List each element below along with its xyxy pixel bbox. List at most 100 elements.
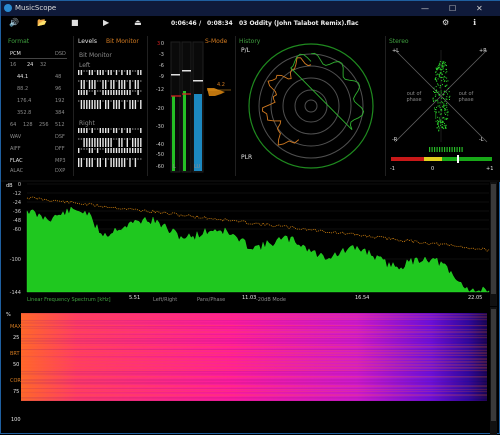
spectrogram-row — [21, 398, 487, 400]
play-button[interactable]: ▶ — [103, 18, 109, 28]
stereo-point — [437, 84, 439, 86]
bit-cell — [126, 70, 128, 75]
volume-icon[interactable]: 🔊 — [9, 18, 19, 28]
stereo-point — [443, 75, 445, 77]
bit-cell — [86, 100, 88, 109]
bit-cell — [121, 128, 123, 133]
bit-cell — [83, 80, 85, 89]
bit-cell — [140, 128, 142, 133]
bit-cell — [96, 148, 99, 153]
bit-cell — [78, 90, 80, 95]
bit-cell — [91, 148, 93, 153]
balance-bar — [451, 147, 453, 152]
bit-cell — [99, 90, 101, 92]
gear-icon[interactable]: ⚙ — [442, 18, 449, 28]
bit-cell — [99, 148, 101, 150]
minimize-button[interactable]: — — [421, 3, 429, 14]
codec-aiff: AIFF — [10, 146, 21, 152]
stereo-point — [440, 109, 442, 111]
history-panel: History P/L PLR — [237, 36, 383, 176]
left-peak-mark — [171, 74, 180, 76]
bit-cell — [132, 100, 134, 109]
freq-tick-1: 5.51 — [129, 295, 141, 301]
bit-cell — [110, 80, 112, 89]
right-level-bar — [183, 91, 186, 171]
right-peak-mark — [182, 70, 191, 72]
stereo-point — [448, 96, 450, 98]
spectrogram-row — [21, 346, 487, 347]
right-bit-grid — [78, 128, 142, 167]
bit-cell — [107, 80, 110, 82]
bit-cell — [121, 138, 123, 147]
bit-cell — [102, 70, 104, 75]
spectrogram-row — [21, 335, 487, 337]
folder-icon[interactable]: 📂 — [37, 18, 47, 28]
spectrogram-row — [21, 382, 487, 383]
stereo-point — [440, 124, 442, 126]
window-title: MusicScope — [15, 4, 57, 12]
bit-cell — [121, 148, 123, 153]
stereo-point — [434, 78, 436, 80]
meter-scale-tick: -20 — [156, 106, 164, 112]
codec-alac: ALAC — [10, 168, 24, 174]
s-mode-label[interactable]: S-Mode — [205, 38, 227, 45]
spectrogram-row — [21, 392, 487, 394]
bit-cell — [83, 148, 85, 150]
stereo-point — [438, 91, 440, 93]
spectrogram-row — [21, 355, 487, 356]
stereo-point — [441, 124, 443, 125]
format-panel: Format PCM DSD 16 24 32 44.1 48 88.2 96 … — [7, 36, 69, 176]
info-icon[interactable]: ℹ — [473, 18, 476, 28]
maximize-button[interactable]: ☐ — [449, 3, 456, 14]
bit-cell — [99, 138, 101, 147]
eject-button[interactable]: ⏏ — [134, 18, 142, 28]
bit-cell — [137, 100, 139, 102]
codec-dff: DFF — [55, 146, 65, 152]
dsd-128: 128 — [23, 122, 33, 128]
close-button[interactable]: ✕ — [476, 3, 483, 14]
spectrogram-row — [21, 349, 487, 350]
spectrogram-row — [21, 317, 487, 319]
bit-cell — [80, 80, 83, 89]
levels-title: Levels — [78, 38, 97, 45]
stereo-point — [446, 98, 448, 100]
bit-cell — [129, 148, 131, 153]
stereo-point — [443, 125, 445, 127]
stereo-point — [434, 92, 435, 93]
stereo-point — [444, 104, 446, 106]
mode-left-right[interactable]: Left/Right — [153, 297, 177, 303]
mode-pans-phase[interactable]: Pans/Phase — [197, 297, 225, 303]
stop-button[interactable]: ■ — [71, 18, 79, 28]
spectrogram-row — [21, 331, 487, 332]
stereo-point — [441, 74, 443, 76]
rate-192: 192 — [55, 98, 65, 104]
left-meter-label: L — [173, 164, 176, 170]
spectrum-y-tick: 0 — [18, 182, 21, 188]
stereo-point — [445, 127, 447, 129]
meter-scale-tick: -50 — [156, 152, 164, 158]
bit-monitor-tab[interactable]: Bit Monitor — [106, 38, 139, 45]
bit-cell — [91, 158, 93, 167]
meter-scale-tick: 0 — [161, 41, 164, 47]
stereo-point — [446, 96, 448, 98]
bit-cell — [88, 70, 91, 75]
spectrum-chart: 0 -12 -24 -36 -48 -60 -100 -144 — [10, 182, 497, 306]
bit-cell — [140, 148, 142, 153]
bit-cell — [86, 80, 88, 82]
bit-cell — [78, 70, 80, 75]
stereo-point — [438, 105, 440, 107]
bit-cell — [83, 128, 85, 133]
stereo-point — [445, 114, 447, 115]
stereo-point — [439, 121, 441, 123]
stereo-point — [445, 68, 447, 70]
mode-20db[interactable]: -20dB Mode — [256, 297, 286, 303]
bit-cell — [99, 158, 101, 167]
rate-48: 48 — [55, 74, 62, 80]
stereo-point — [433, 87, 435, 89]
level-meter: 3 0 -3 -6 -9 -12 -20 -30 -40 -50 -60 — [156, 41, 231, 173]
spectrogram-row — [21, 379, 487, 380]
meter-scale-tick: -40 — [156, 142, 164, 148]
stereo-point — [442, 67, 444, 69]
stereo-point — [439, 93, 441, 95]
bit-cell — [110, 158, 112, 167]
